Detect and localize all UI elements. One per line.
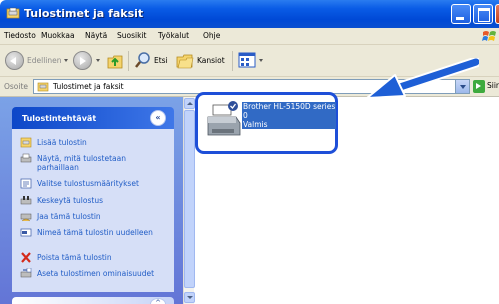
back-arrow-icon[interactable]: [5, 51, 24, 70]
close-button[interactable]: [495, 4, 499, 24]
menu-view[interactable]: Näytä: [85, 31, 107, 40]
see-also-box-header[interactable]: ^: [12, 297, 174, 304]
printer-document-count: 0: [243, 111, 248, 120]
print-queue-icon: [20, 153, 32, 163]
task-label[interactable]: Lisää tulostin: [37, 138, 170, 147]
toolbar-separator: [128, 51, 129, 71]
add-printer-icon: [20, 137, 32, 148]
folders-button-label[interactable]: Kansiot: [197, 56, 225, 65]
task-label[interactable]: Keskeytä tulostus: [37, 196, 170, 205]
printer-name: Brother HL-5150D series: [243, 102, 336, 111]
task-pane-scrollbar[interactable]: [183, 97, 195, 304]
menu-edit[interactable]: Muokkaa: [41, 31, 75, 40]
scroll-up-icon[interactable]: [184, 98, 195, 109]
minimize-button[interactable]: [451, 4, 471, 24]
views-dropdown-icon[interactable]: [259, 59, 263, 62]
maximize-button[interactable]: [473, 4, 493, 24]
menu-tools[interactable]: Työkalut: [158, 31, 189, 40]
back-dropdown-icon[interactable]: [64, 59, 68, 62]
forward-dropdown-icon[interactable]: [96, 59, 100, 62]
printer-tasks-title: Tulostintehtävät: [22, 114, 97, 123]
menu-bar: Tiedosto Muokkaa Näytä Suosikit Työkalut…: [0, 28, 499, 45]
toolbar-separator: [232, 51, 233, 71]
share-printer-icon: [20, 213, 32, 222]
windows-logo-icon: [482, 31, 496, 41]
delete-x-icon: [21, 252, 31, 263]
scroll-thumb[interactable]: [184, 110, 195, 288]
printer-item-highlight[interactable]: Brother HL-5150D series 0 Valmis: [195, 92, 338, 154]
pause-print-icon: [20, 196, 32, 205]
up-folder-icon[interactable]: [106, 51, 124, 70]
task-label[interactable]: Poista tämä tulostin: [37, 253, 170, 262]
printer-tasks-header[interactable]: Tulostintehtävät «: [12, 107, 174, 129]
address-value: Tulostimet ja faksit: [53, 82, 124, 91]
printers-folder-icon: [6, 7, 20, 19]
printer-tasks-list: Lisää tulostin Näytä, mitä tulostetaan p…: [12, 129, 174, 292]
rename-printer-icon: [20, 228, 32, 237]
task-label[interactable]: Jaa tämä tulostin: [37, 212, 170, 221]
task-label[interactable]: Valitse tulostusmääritykset: [37, 179, 170, 188]
printers-folder-icon: [37, 82, 49, 92]
menu-help[interactable]: Ohje: [203, 31, 220, 40]
printer-tasks-box: Tulostintehtävät « Lisää tulostin Näytä,…: [12, 107, 174, 292]
collapse-chevron-icon[interactable]: «: [150, 110, 166, 126]
address-label: Osoite: [4, 82, 29, 91]
views-icon[interactable]: [238, 51, 256, 69]
printer-icon[interactable]: [204, 101, 242, 143]
task-label[interactable]: Nimeä tämä tulostin uudelleen: [37, 228, 170, 237]
print-prefs-icon: [20, 178, 32, 189]
printer-label[interactable]: Brother HL-5150D series 0 Valmis: [242, 102, 337, 129]
expand-chevron-icon[interactable]: ^: [150, 298, 166, 304]
menu-file[interactable]: Tiedosto: [4, 31, 36, 40]
printer-status: Valmis: [243, 120, 268, 129]
window-title: Tulostimet ja faksit: [24, 7, 144, 20]
title-bar: Tulostimet ja faksit: [0, 0, 499, 28]
folders-icon[interactable]: [175, 51, 194, 70]
menu-favorites[interactable]: Suosikit: [117, 31, 146, 40]
task-label[interactable]: Näytä, mitä tulostetaan parhaillaan: [37, 154, 170, 172]
scroll-down-icon[interactable]: [184, 292, 195, 303]
task-pane: Tulostintehtävät « Lisää tulostin Näytä,…: [0, 97, 183, 304]
forward-arrow-icon[interactable]: [73, 51, 92, 70]
search-icon[interactable]: [134, 51, 152, 70]
search-button-label[interactable]: Etsi: [154, 56, 168, 65]
task-label[interactable]: Aseta tulostimen ominaisuudet: [37, 269, 170, 278]
printer-properties-icon: [20, 268, 32, 278]
pointer-arrow-icon: [366, 58, 479, 99]
back-button-label[interactable]: Edellinen: [27, 56, 62, 65]
go-button-label[interactable]: Siirry: [487, 81, 499, 90]
